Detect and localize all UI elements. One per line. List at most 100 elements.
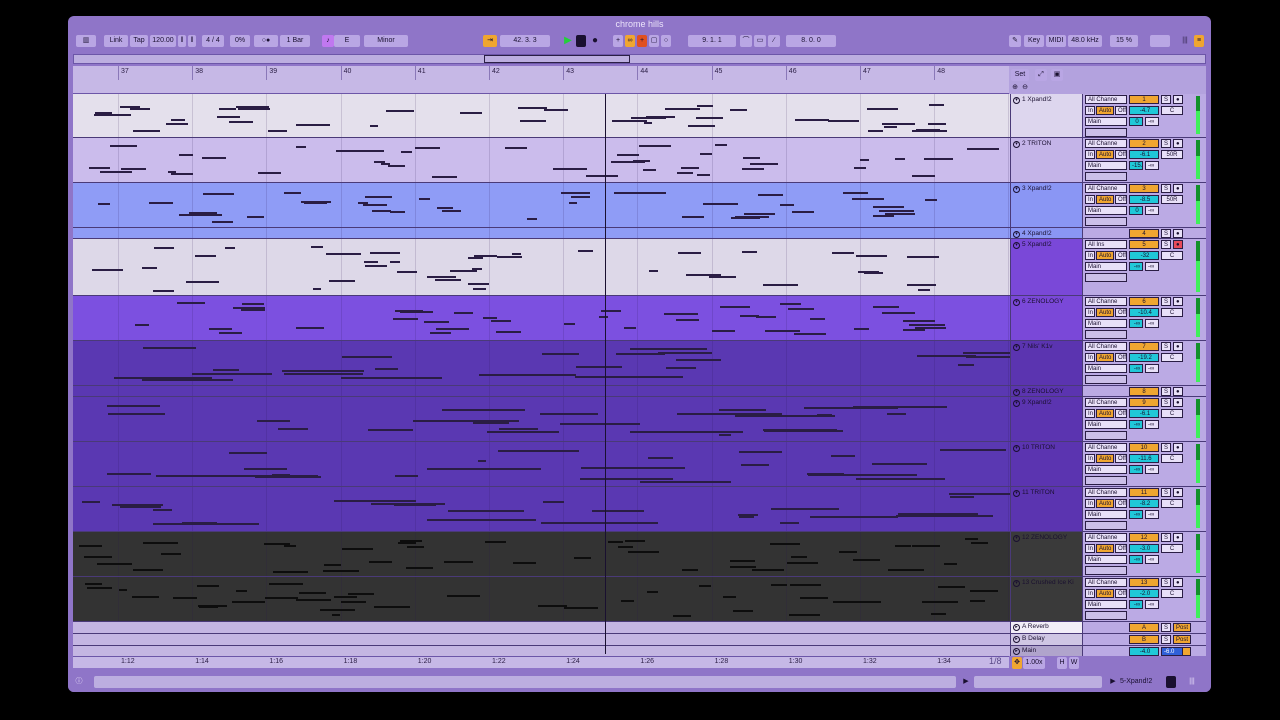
- solo-button[interactable]: S: [1161, 229, 1171, 238]
- main-volume-field[interactable]: -4.0: [1129, 647, 1159, 656]
- record-icon[interactable]: ●: [590, 35, 600, 47]
- monitor-off-button[interactable]: Off: [1115, 106, 1127, 115]
- track-name[interactable]: ▾ 6 ZENOLOGY: [1013, 298, 1064, 306]
- monitor-in-button[interactable]: In: [1085, 106, 1095, 115]
- clip-slot[interactable]: [1085, 330, 1127, 339]
- remove-locator-icon[interactable]: ⊖: [1021, 82, 1029, 94]
- arm-button[interactable]: ●: [1173, 139, 1183, 148]
- solo-button[interactable]: S: [1161, 297, 1171, 306]
- track-name[interactable]: ▾ 7 Nils' K1v: [1013, 343, 1053, 351]
- input-type-select[interactable]: All Channe: [1085, 95, 1127, 104]
- track-header[interactable]: ▾ 7 Nils' K1v: [1010, 341, 1082, 385]
- play-icon[interactable]: ▶: [562, 35, 574, 47]
- volume-field[interactable]: -6.1: [1129, 409, 1159, 418]
- solo-button[interactable]: S: [1161, 533, 1171, 542]
- input-type-select[interactable]: All Channe: [1085, 533, 1127, 542]
- send-a-field[interactable]: -∞: [1129, 420, 1143, 429]
- volume-field[interactable]: -3.0: [1129, 544, 1159, 553]
- send-a-field[interactable]: -∞: [1129, 319, 1143, 328]
- arm-button[interactable]: ●: [1173, 95, 1183, 104]
- fold-chevron-icon[interactable]: ▾: [1013, 344, 1020, 351]
- track-name[interactable]: ▾ 11 TRITON: [1013, 489, 1055, 497]
- solo-button[interactable]: S: [1161, 578, 1171, 587]
- monitor-auto-button[interactable]: Auto: [1096, 353, 1114, 362]
- track-row[interactable]: ▾ 10 TRITON 10 S ● All Channe In Auto Off -11.6 C M…: [73, 442, 1206, 487]
- expand-icon[interactable]: ▸: [1013, 636, 1020, 643]
- key-select[interactable]: E: [334, 35, 360, 47]
- pan-knob[interactable]: 50R: [1161, 150, 1183, 159]
- solo-button[interactable]: S: [1161, 443, 1171, 452]
- post-button[interactable]: Post: [1173, 623, 1191, 632]
- arm-button[interactable]: ●: [1173, 342, 1183, 351]
- track-row[interactable]: ▾ 1 Xpand!2 1 S ● All Channe In Auto Off -4.7 C Mai…: [73, 94, 1206, 138]
- post-button[interactable]: Post: [1173, 635, 1191, 644]
- solo-button[interactable]: S: [1161, 387, 1171, 396]
- metronome-button[interactable]: ○●: [254, 35, 278, 47]
- pan-knob[interactable]: C: [1161, 544, 1183, 553]
- track-header[interactable]: ▾ 6 ZENOLOGY: [1010, 296, 1082, 340]
- volume-field[interactable]: -10.4: [1129, 308, 1159, 317]
- midi-clip[interactable]: [73, 532, 1010, 576]
- track-header[interactable]: ▾ 3 Xpand!2: [1010, 183, 1082, 227]
- clip-slot[interactable]: [1085, 128, 1127, 137]
- solo-button[interactable]: S: [1161, 95, 1171, 104]
- track-row[interactable]: ▾ 11 TRITON 11 S ● All Channe In Auto Off -8.2 C Ma…: [73, 487, 1206, 532]
- send-a-field[interactable]: -∞: [1129, 600, 1143, 609]
- track-name[interactable]: ▾ 13 Crushed Ice Ki: [1013, 579, 1074, 587]
- output-select[interactable]: Main: [1085, 555, 1127, 564]
- midi-clip[interactable]: [73, 487, 1010, 531]
- meter-field[interactable]: 4 / 4: [202, 35, 224, 47]
- pan-knob[interactable]: C: [1161, 454, 1183, 463]
- send-b-field[interactable]: -∞: [1145, 206, 1159, 215]
- input-type-select[interactable]: All Channe: [1085, 443, 1127, 452]
- send-a-field[interactable]: -∞: [1129, 555, 1143, 564]
- track-name[interactable]: ▾ 9 Xpand!2: [1013, 399, 1052, 407]
- track-number-button[interactable]: 1: [1129, 95, 1159, 104]
- volume-field[interactable]: -2.0: [1129, 589, 1159, 598]
- arm-button[interactable]: ●: [1173, 488, 1183, 497]
- tap-button[interactable]: Tap: [130, 35, 148, 47]
- send-b-field[interactable]: -∞: [1145, 117, 1159, 126]
- track-name[interactable]: ▾ 4 Xpand!2: [1013, 230, 1052, 238]
- monitor-off-button[interactable]: Off: [1115, 499, 1127, 508]
- arm-button[interactable]: ●: [1173, 387, 1183, 396]
- monitor-auto-button[interactable]: Auto: [1096, 106, 1114, 115]
- track-header[interactable]: ▾ 11 TRITON: [1010, 487, 1082, 531]
- send-b-field[interactable]: -∞: [1145, 510, 1159, 519]
- clip-slot[interactable]: [1085, 566, 1127, 575]
- track-number-button[interactable]: 13: [1129, 578, 1159, 587]
- midi-clip[interactable]: [73, 183, 1010, 227]
- output-select[interactable]: Main: [1085, 161, 1127, 170]
- fold-chevron-icon[interactable]: ▾: [1013, 186, 1020, 193]
- midi-clip[interactable]: [73, 94, 1010, 137]
- monitor-in-button[interactable]: In: [1085, 353, 1095, 362]
- set-button[interactable]: Set: [1011, 69, 1029, 81]
- track-header[interactable]: ▾ 2 TRITON: [1010, 138, 1082, 182]
- solo-button[interactable]: S: [1161, 488, 1171, 497]
- track-row[interactable]: ▾ 6 ZENOLOGY 6 S ● All Channe In Auto Off -10.4 C M…: [73, 296, 1206, 341]
- track-header[interactable]: ▾ 13 Crushed Ice Ki: [1010, 577, 1082, 621]
- overdub-icon[interactable]: +: [613, 35, 623, 47]
- pan-knob[interactable]: 50R: [1161, 195, 1183, 204]
- track-number-button[interactable]: 2: [1129, 139, 1159, 148]
- add-locator-icon[interactable]: ⊕: [1011, 82, 1019, 94]
- volume-field[interactable]: -32: [1129, 251, 1159, 260]
- output-select[interactable]: Main: [1085, 206, 1127, 215]
- overview-selection[interactable]: [484, 55, 630, 63]
- clip-slot[interactable]: [1085, 217, 1127, 226]
- track-header[interactable]: ▾ 4 Xpand!2: [1010, 228, 1082, 238]
- midi-clip[interactable]: [73, 577, 1010, 621]
- fold-chevron-icon[interactable]: ▾: [1013, 231, 1020, 238]
- view-toggle-icon[interactable]: ▥: [76, 35, 96, 47]
- monitor-in-button[interactable]: In: [1085, 251, 1095, 260]
- input-type-select[interactable]: All Channe: [1085, 297, 1127, 306]
- pencil-icon[interactable]: ✎: [1009, 35, 1021, 47]
- volume-field[interactable]: -8.5: [1129, 195, 1159, 204]
- monitor-in-button[interactable]: In: [1085, 409, 1095, 418]
- expand-icon[interactable]: ▸: [1013, 624, 1020, 631]
- monitor-in-button[interactable]: In: [1085, 308, 1095, 317]
- monitor-auto-button[interactable]: Auto: [1096, 409, 1114, 418]
- clip-slot[interactable]: [1085, 431, 1127, 440]
- track-header[interactable]: ▾ 10 TRITON: [1010, 442, 1082, 486]
- monitor-off-button[interactable]: Off: [1115, 454, 1127, 463]
